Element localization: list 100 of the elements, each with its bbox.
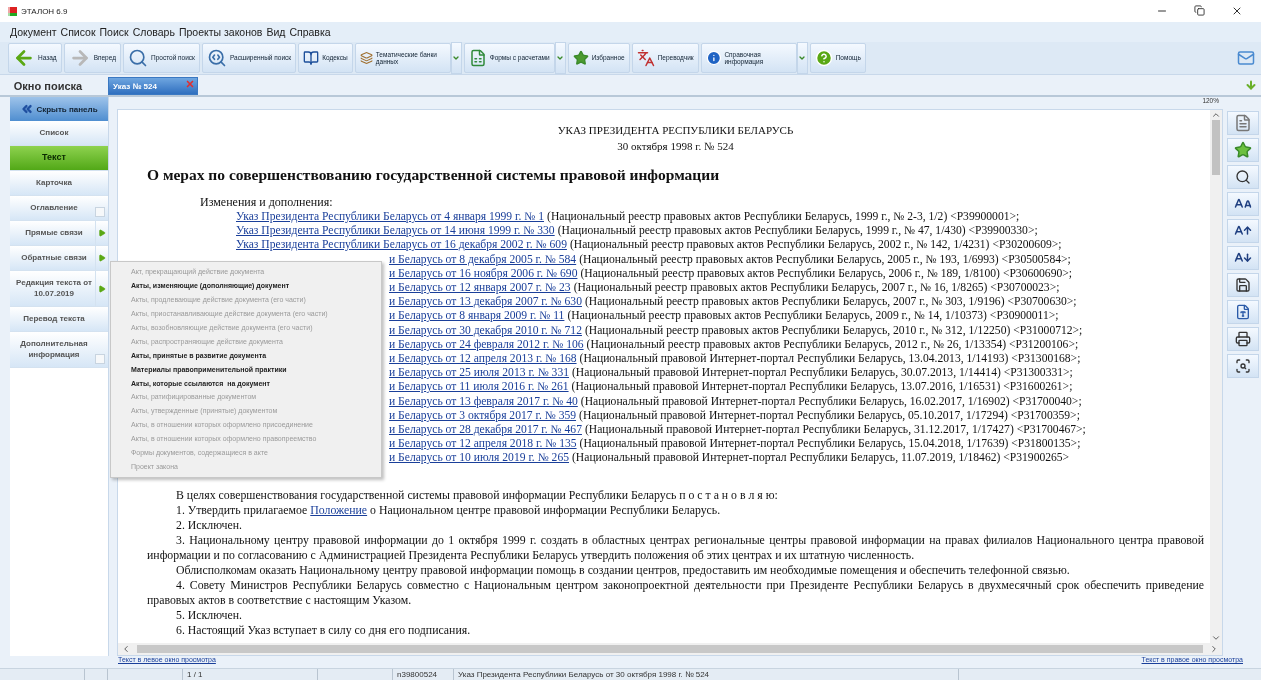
search-icon[interactable]	[1235, 169, 1251, 185]
paragraph: 3. Национальному центру правовой информации до 1 октября 1999 г. создать в областных центрах региональные центры правовой информации на правах филиалов Национального центра правовой информации и по согласованию с Администрацией Президента Республики Беларусь утвердить положения об этих центрах и их штатную численность.	[147, 532, 1204, 563]
word-document-icon[interactable]	[1235, 304, 1251, 320]
side-toolbar-button[interactable]	[1227, 165, 1259, 189]
source-text: (Национальный реестр правовых актов Республики Беларусь, 2002 г., № 142, 1/4231) <P30200609>;	[569, 238, 1062, 252]
side-panel-item[interactable]: Карточка	[10, 171, 108, 196]
document-link[interactable]: и Беларусь от 30 декабря 2010 г. № 712	[389, 323, 582, 337]
side-panel-item[interactable]: Обратные связи	[10, 246, 108, 271]
document-link[interactable]: и Беларусь от 25 июля 2013 г. № 331	[389, 366, 569, 380]
expand-arrow-icon[interactable]	[98, 229, 106, 237]
source-text: (Национальный реестр правовых актов Республики Беларусь, 1999 г., № 2-3, 1/2) <P39900001>;	[547, 210, 1020, 223]
menu-item[interactable]: Вид	[266, 26, 286, 38]
scroll-thumb[interactable]	[137, 645, 1203, 653]
document-link[interactable]: и Беларусь от 8 декабря 2005 г. № 584	[389, 252, 577, 266]
caret-icon[interactable]	[452, 54, 461, 62]
star-icon	[572, 50, 589, 66]
book-icon	[303, 50, 320, 66]
paragraph: 4. Совету Министров Республики Беларусь совместно с Национальным центром законопроектной деятельности при Президенте Республики Беларусь в двухмесячный срок обеспечить приведение правовых актов в соответствие с настоящим Указом.	[147, 577, 1204, 608]
side-panel-item[interactable]: Текст	[10, 146, 108, 171]
paragraph: 6. Настоящий Указ вступает в силу со дня его подписания.	[175, 622, 472, 638]
side-toolbar-button[interactable]	[1227, 219, 1259, 243]
menu-item[interactable]: Словарь	[132, 26, 175, 38]
hide-panel-button[interactable]: Скрыть панель	[10, 97, 108, 121]
caret-icon[interactable]	[798, 54, 807, 62]
help-icon	[814, 49, 833, 67]
paragraph: В целях совершенствования государственной системы правовой информации Республики Беларусь п о с т а н о в л я ю:	[175, 487, 779, 503]
scroll-thumb[interactable]	[1212, 120, 1220, 175]
menu-item[interactable]: Поиск	[99, 26, 129, 38]
scroll-left-icon[interactable]	[121, 644, 131, 654]
printer-icon[interactable]	[1235, 331, 1251, 347]
document-link[interactable]: и Беларусь от 10 июля 2019 г. № 265	[389, 451, 569, 465]
down-arrow-icon[interactable]	[1245, 79, 1257, 91]
search-icon	[128, 48, 148, 68]
print-preview-icon[interactable]	[1235, 358, 1251, 374]
paragraph: 5. Исключен.	[175, 607, 243, 623]
document-link[interactable]: и Беларусь от 12 апреля 2018 г. № 135	[389, 437, 577, 451]
side-panel-item[interactable]: Дополнительная информация	[10, 332, 108, 368]
document-link[interactable]: и Беларусь от 12 апреля 2013 г. № 168	[389, 352, 577, 366]
document-link[interactable]: и Беларусь от 12 января 2007 г. № 23	[389, 281, 571, 294]
mail-icon[interactable]	[1237, 49, 1255, 67]
languages-icon	[636, 49, 655, 67]
checkbox[interactable]	[95, 354, 105, 364]
document-link[interactable]: Указ Президента Республики Беларусь от 16 декабря 2002 г. № 609	[236, 238, 567, 252]
paragraph: 2. Исключен.	[175, 517, 243, 533]
source-text: (Национальный правовой Интернет-портал Республики Беларусь, 16.02.2017, 1/16902) <P31700040>;	[580, 394, 1082, 408]
document-link[interactable]: Указ Президента Республики Беларусь от 14 июня 1999 г. № 330	[236, 224, 555, 238]
scroll-right-icon[interactable]	[1209, 644, 1219, 654]
search-icon	[206, 48, 227, 68]
source-text: (Национальный правовой Интернет-портал Республики Беларусь, 11.07.2019, 1/18462) <P31900265>	[572, 451, 1070, 465]
tab[interactable]: Окно поиска	[8, 77, 108, 95]
layers-icon	[359, 50, 373, 66]
side-toolbar-button[interactable]	[1227, 246, 1259, 270]
expand-arrow-icon[interactable]	[98, 284, 106, 293]
side-toolbar-button[interactable]	[1227, 354, 1259, 378]
side-panel-item[interactable]: Оглавление	[10, 196, 108, 221]
side-toolbar-button[interactable]	[1227, 273, 1259, 297]
caret-icon[interactable]	[556, 54, 565, 62]
amendments-label: Изменения и дополнения:	[199, 195, 334, 210]
document-link[interactable]: и Беларусь от 28 декабря 2017 г. № 467	[389, 423, 582, 437]
scroll-up-icon[interactable]	[1211, 110, 1221, 120]
document-link[interactable]: и Беларусь от 13 февраля 2017 г. № 40	[389, 394, 578, 408]
document-link[interactable]: и Беларусь от 11 июля 2016 г. № 261	[389, 380, 569, 394]
save-icon[interactable]	[1235, 277, 1251, 293]
tab[interactable]: Указ № 524	[108, 77, 198, 95]
menu-item[interactable]: Справка	[289, 26, 331, 38]
side-toolbar-button[interactable]	[1227, 327, 1259, 351]
source-text: (Национальный реестр правовых актов Республики Беларусь, 2007 г., № 16, 1/8265) <P30700023>;	[573, 281, 1060, 294]
document-link[interactable]: и Беларусь от 3 октября 2017 г. № 359	[389, 408, 577, 422]
bookmark-file-icon[interactable]	[1234, 114, 1252, 132]
menu-item[interactable]: Проекты законов	[178, 26, 263, 38]
horizontal-scrollbar[interactable]	[118, 643, 1222, 655]
side-panel-item[interactable]: Список	[10, 121, 108, 146]
page-count: 1 / 1	[187, 670, 203, 679]
document-link[interactable]: Положение	[310, 502, 368, 517]
source-text: (Национальный реестр правовых актов Республики Беларусь, 2005 г., № 193, 1/6993) <P30500584>;	[579, 252, 1071, 266]
side-toolbar-button[interactable]	[1227, 192, 1259, 216]
close-icon[interactable]	[1231, 5, 1243, 17]
document-link[interactable]: и Беларусь от 8 января 2009 г. № 11	[389, 309, 565, 323]
source-text: (Национальный правовой Интернет-портал Республики Беларусь, 05.10.2017, 1/17294) <P31700359>;	[579, 408, 1080, 422]
document-link[interactable]: Указ Президента Республики Беларусь от 4 января 1999 г. № 1	[236, 210, 544, 223]
menu-item[interactable]: Документ	[10, 26, 57, 38]
side-panel-item[interactable]: Перевод текста	[10, 307, 108, 332]
star-icon[interactable]	[1234, 141, 1252, 159]
scroll-down-icon[interactable]	[1211, 633, 1221, 643]
source-text: (Национальный правовой Интернет-портал Республики Беларусь, 31.12.2017, 1/17427) <P31700467>;	[584, 423, 1086, 437]
vertical-scrollbar[interactable]	[1210, 110, 1222, 643]
source-text: (Национальный реестр правовых актов Республики Беларусь, 2007 г., № 303, 1/9196) <P30700630>;	[584, 295, 1077, 309]
document-link[interactable]: и Беларусь от 24 февраля 2012 г. № 106	[389, 337, 584, 351]
document-link[interactable]: и Беларусь от 16 ноября 2006 г. № 690	[389, 266, 578, 280]
menu-item[interactable]: Список	[60, 26, 96, 38]
restore-icon[interactable]	[1194, 5, 1205, 16]
paragraph: Облисполкомам оказать Национальному центру правовой информации помощь в создании центров, предоставить им необходимые помещения и обеспечить телефонной связью.	[175, 562, 1071, 578]
document-link[interactable]: и Беларусь от 13 декабря 2007 г. № 630	[389, 295, 582, 309]
side-panel-item[interactable]: Прямые связи	[10, 221, 108, 246]
side-toolbar-button[interactable]	[1227, 300, 1259, 324]
source-text: (Национальный правовой Интернет-портал Республики Беларусь, 13.04.2013, 1/14193) <P31300168>;	[579, 352, 1081, 366]
expand-arrow-icon[interactable]	[98, 254, 106, 262]
checkbox[interactable]	[95, 207, 105, 217]
side-panel-item[interactable]: Редакция текста от 10.07.2019	[10, 271, 108, 307]
source-text: (Национальный реестр правовых актов Республики Беларусь, 2012 г., № 26, 1/13354) <P31200106>;	[586, 337, 1079, 351]
